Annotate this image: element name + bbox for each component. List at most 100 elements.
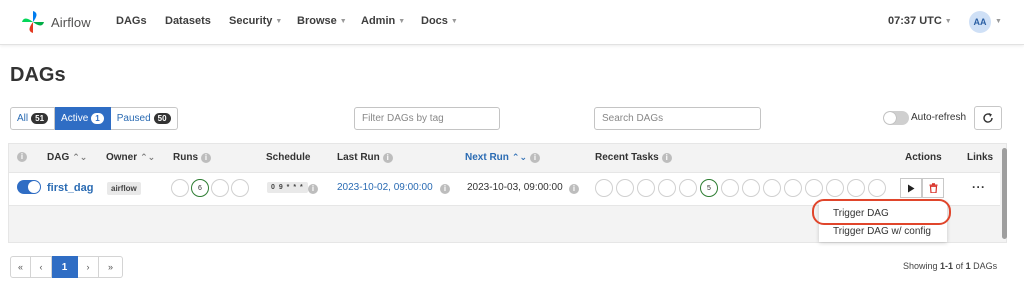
column-schedule-label: Schedule — [266, 152, 311, 163]
table-scrollbar[interactable] — [1002, 148, 1007, 239]
dag-id-link[interactable]: first_dag — [47, 182, 93, 194]
showing-total: 1 — [965, 261, 971, 271]
info-icon[interactable]: i — [201, 152, 211, 163]
toggle-column-info[interactable]: i — [17, 152, 27, 162]
current-page-button[interactable]: 1 — [52, 256, 78, 278]
nav-browse-menu[interactable]: Browse ▼ — [297, 15, 347, 27]
column-dag[interactable]: DAG ⌃⌄ — [47, 152, 87, 163]
nav-security-menu[interactable]: Security ▼ — [229, 15, 282, 27]
next-page-button[interactable]: › — [78, 256, 99, 278]
task-state-circle[interactable] — [616, 179, 634, 197]
top-navbar: Airflow DAGs Datasets Security ▼ Browse ▼ … — [0, 0, 1024, 45]
task-state-circle[interactable] — [679, 179, 697, 197]
refresh-icon — [983, 113, 993, 123]
nav-datasets[interactable]: Datasets — [165, 15, 211, 27]
toggle-knob — [28, 181, 40, 193]
prev-page-button[interactable]: ‹ — [31, 256, 52, 278]
column-owner[interactable]: Owner ⌃⌄ — [106, 152, 155, 163]
nav-datasets-label: Datasets — [165, 15, 211, 27]
count-badge: 50 — [153, 113, 171, 124]
count-badge: 51 — [31, 113, 49, 124]
nav-admin-menu[interactable]: Admin ▼ — [361, 15, 405, 27]
chevron-down-icon: ▼ — [944, 18, 952, 25]
showing-of: of — [955, 261, 964, 271]
task-state-circle[interactable] — [763, 179, 781, 197]
search-placeholder: Search DAGs — [602, 113, 664, 124]
run-state-circle-success[interactable]: 6 — [191, 179, 209, 197]
task-state-circle[interactable] — [868, 179, 886, 197]
info-icon[interactable]: i — [569, 184, 579, 194]
search-input[interactable]: Search DAGs — [594, 107, 761, 130]
dag-pause-toggle[interactable] — [17, 180, 41, 194]
filter-paused-button[interactable]: Paused 50 — [110, 107, 178, 130]
task-state-circle[interactable] — [805, 179, 823, 197]
timezone-menu[interactable]: 07:37 UTC ▼ — [888, 15, 952, 27]
column-schedule: Schedule — [266, 152, 310, 163]
last-run-link[interactable]: 2023-10-02, 09:00:00 — [337, 182, 433, 193]
toggle-knob — [884, 112, 896, 124]
column-recent-tasks-label: Recent Tasks — [595, 152, 659, 163]
column-next-run[interactable]: Next Run ⌃⌄ i — [465, 152, 540, 163]
chevron-down-icon: ▼ — [339, 18, 347, 25]
nav-docs-menu[interactable]: Docs ▼ — [421, 15, 458, 27]
column-links: Links — [967, 152, 993, 163]
column-owner-label: Owner — [106, 152, 138, 163]
first-page-button[interactable]: « — [10, 256, 31, 278]
nav-dags[interactable]: DAGs — [116, 15, 147, 27]
run-state-circle-failed[interactable] — [231, 179, 249, 197]
info-icon[interactable]: i — [382, 152, 393, 163]
pagination: « ‹ 1 › » — [10, 256, 123, 278]
airflow-pinwheel-icon — [22, 11, 44, 33]
filter-active-button[interactable]: Active 1 — [55, 107, 111, 130]
info-icon[interactable]: i — [530, 152, 540, 163]
filter-all-button[interactable]: All 51 — [10, 107, 56, 130]
column-recent-tasks: Recent Tasks i — [595, 152, 672, 163]
last-page-button[interactable]: » — [99, 256, 123, 278]
showing-count-text: Showing 1-1 of 1 DAGs — [903, 261, 997, 271]
task-state-circle[interactable] — [637, 179, 655, 197]
nav-dags-label: DAGs — [116, 15, 147, 27]
column-next-run-label: Next Run — [465, 152, 509, 163]
run-state-circle-queued[interactable] — [171, 179, 189, 197]
task-state-circle[interactable] — [847, 179, 865, 197]
user-avatar[interactable]: AA — [969, 11, 991, 33]
trash-icon — [929, 183, 937, 193]
nav-admin-label: Admin — [361, 15, 396, 27]
column-dag-label: DAG — [47, 152, 70, 163]
task-state-circle[interactable] — [595, 179, 613, 197]
sort-icon: ⌃⌄ — [511, 152, 527, 162]
current-time: 07:37 UTC — [888, 15, 942, 27]
info-icon[interactable]: i — [308, 184, 318, 194]
delete-dag-button[interactable] — [922, 178, 944, 198]
info-icon[interactable]: i — [440, 184, 450, 194]
task-state-circle[interactable] — [721, 179, 739, 197]
task-state-circle[interactable] — [742, 179, 760, 197]
nav-docs-label: Docs — [421, 15, 448, 27]
menu-item-trigger-dag-config[interactable]: Trigger DAG w/ config — [833, 226, 931, 237]
run-state-circle-running[interactable] — [211, 179, 229, 197]
chevron-down-icon[interactable]: ▼ — [995, 18, 1002, 25]
column-actions-label: Actions — [905, 152, 942, 163]
task-state-circle-success[interactable]: 5 — [700, 179, 718, 197]
owner-tag[interactable]: airflow — [107, 182, 141, 195]
nav-browse-label: Browse — [297, 15, 337, 27]
auto-refresh-toggle[interactable] — [883, 111, 909, 125]
table-header: i DAG ⌃⌄ Owner ⌃⌄ Runs i Schedule Last Run i… — [9, 144, 1006, 172]
column-actions: Actions — [905, 152, 942, 163]
info-icon: i — [17, 152, 27, 162]
info-icon[interactable]: i — [661, 152, 672, 163]
refresh-button[interactable] — [974, 106, 1002, 130]
column-runs: Runs i — [173, 152, 211, 163]
showing-prefix: Showing — [903, 261, 938, 271]
brand-logo-link[interactable]: Airflow — [20, 9, 91, 35]
tag-filter-input[interactable]: Filter DAGs by tag — [354, 107, 500, 130]
task-state-circle[interactable] — [658, 179, 676, 197]
more-links-icon[interactable]: ··· — [972, 180, 986, 194]
sort-icon: ⌃⌄ — [72, 152, 88, 162]
showing-range: 1-1 — [940, 261, 954, 271]
column-last-run: Last Run i — [337, 152, 393, 163]
task-state-circle[interactable] — [826, 179, 844, 197]
schedule-badge[interactable]: 0 9 * * * — [267, 182, 308, 193]
task-state-circle[interactable] — [784, 179, 802, 197]
trigger-dag-button[interactable] — [900, 178, 922, 198]
